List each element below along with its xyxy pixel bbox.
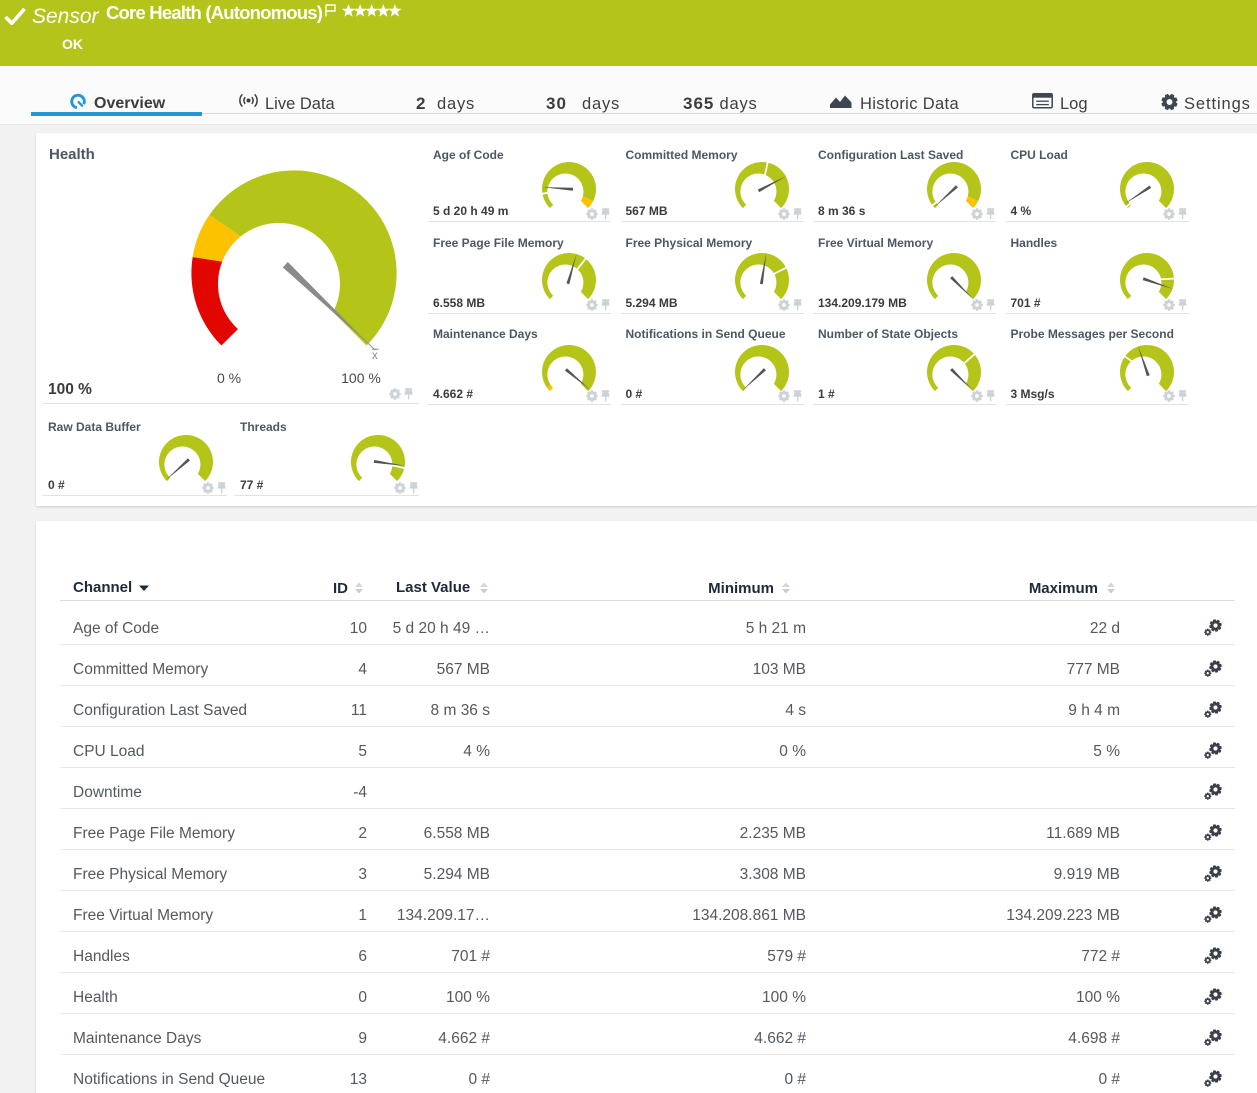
svg-text:x: x — [372, 350, 378, 361]
